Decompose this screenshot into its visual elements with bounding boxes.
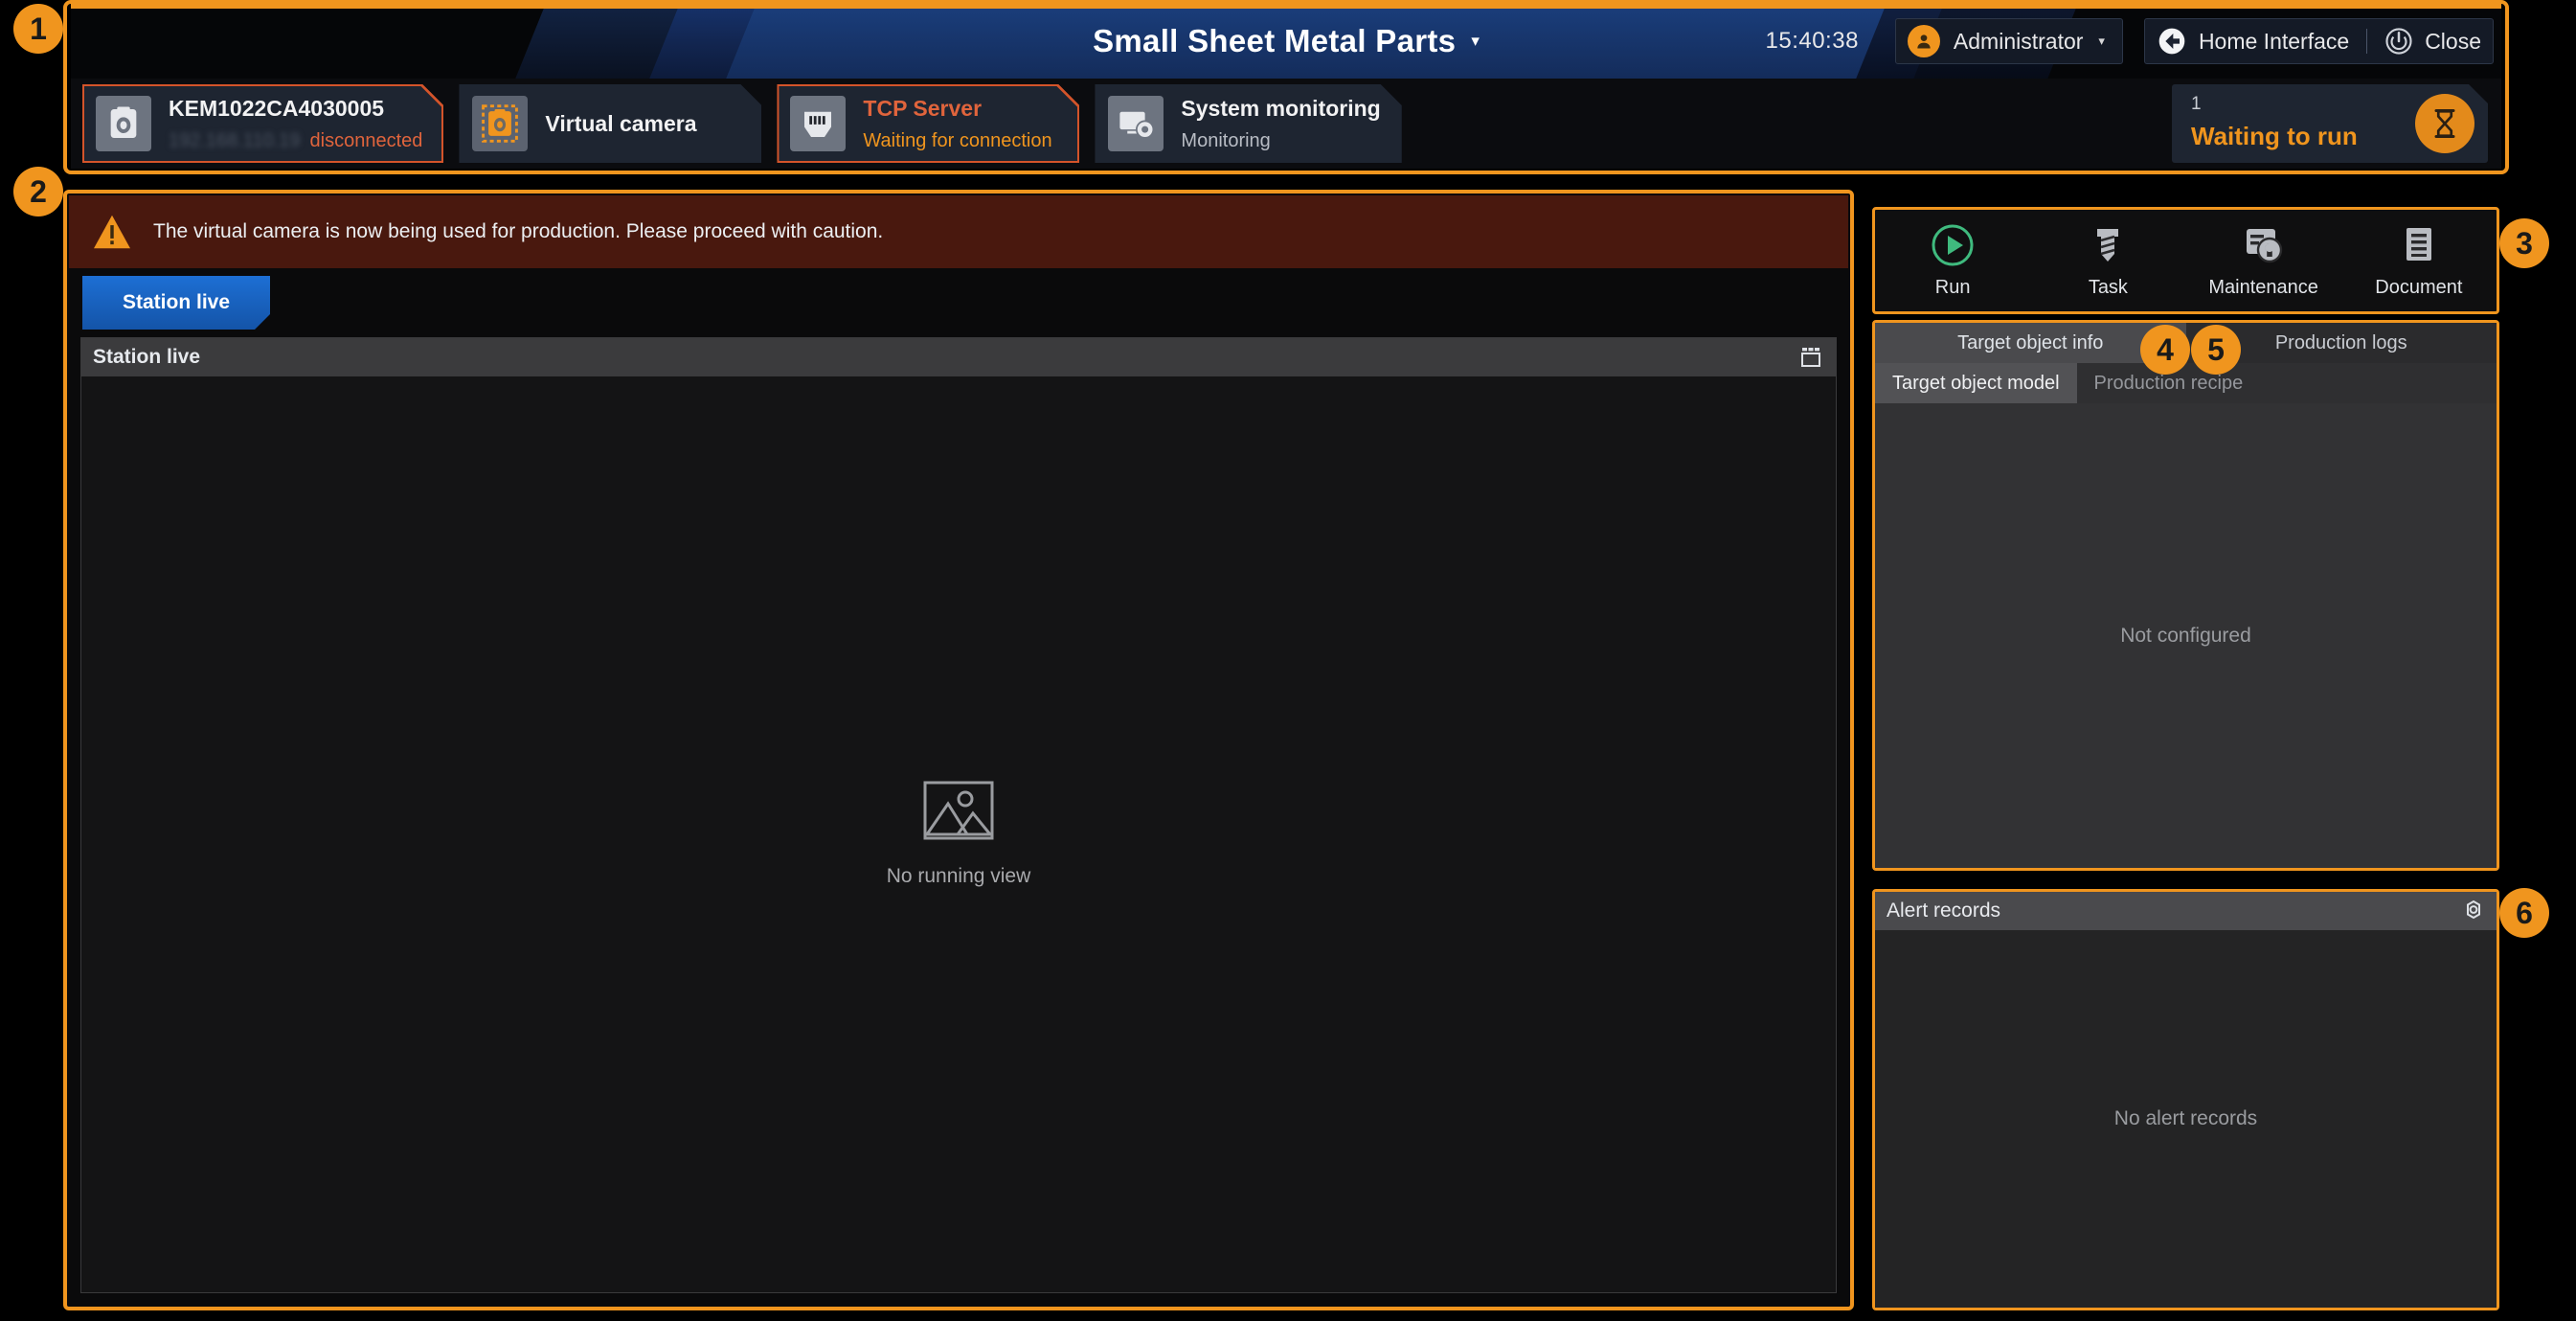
target-object-info-panel: Target object info Production logs Targe… <box>1872 320 2499 871</box>
device-tab-tcp-server[interactable]: TCP Server Waiting for connection <box>777 84 1079 163</box>
virtual-camera-icon <box>472 96 528 151</box>
target-object-empty-label: Not configured <box>2120 624 2251 647</box>
station-live-view[interactable]: No running view <box>81 376 1836 1292</box>
app-root: Small Sheet Metal Parts ▾ 15:40:38 Admin… <box>0 0 2576 1321</box>
tab-station-live[interactable]: Station live <box>82 276 270 330</box>
maintenance-wrench-icon <box>2242 223 2286 267</box>
device-text: TCP Server Waiting for connection <box>863 96 1051 152</box>
camera-icon <box>96 96 151 151</box>
quick-action-maintenance[interactable]: Maintenance <box>2186 223 2341 299</box>
quick-action-task-label: Task <box>2088 276 2128 298</box>
header-right-cluster: 15:40:38 Administrator ▾ Home Interface <box>1765 4 2494 79</box>
device-state: Waiting for connection <box>863 129 1052 151</box>
warning-text: The virtual camera is now being used for… <box>153 220 884 242</box>
annotation-badge-3: 3 <box>2499 218 2549 268</box>
run-status-count: 1 <box>2191 94 2202 114</box>
device-name: System monitoring <box>1181 95 1381 121</box>
clock: 15:40:38 <box>1765 28 1859 54</box>
document-icon <box>2397 223 2441 267</box>
quick-action-run-label: Run <box>1934 276 1971 298</box>
run-status-card[interactable]: 1 Waiting to run <box>2172 84 2488 163</box>
device-status: 192.168.110.19 disconnected <box>169 130 422 152</box>
device-text: System monitoring Monitoring <box>1181 96 1380 152</box>
tab-target-object-info[interactable]: Target object info <box>1875 323 2186 363</box>
quick-action-document[interactable]: Document <box>2341 223 2497 299</box>
tab-station-live-label: Station live <box>122 291 231 313</box>
station-live-empty-label: No running view <box>886 865 1031 887</box>
device-status-bar: KEM1022CA4030005 192.168.110.19 disconne… <box>71 79 2501 169</box>
page-title-text: Small Sheet Metal Parts <box>1093 23 1457 58</box>
tab-target-object-model-label: Target object model <box>1892 372 2060 394</box>
station-tab-row: Station live <box>69 268 1848 335</box>
user-menu[interactable]: Administrator ▾ <box>1894 18 2123 64</box>
quick-action-bar: Run Task Maintenance Document <box>1872 207 2499 314</box>
hourglass-icon <box>2415 94 2474 153</box>
alert-records-body: No alert records <box>1875 930 2497 1308</box>
chevron-down-icon: ▾ <box>1471 32 1480 50</box>
chevron-down-icon: ▾ <box>2098 34 2105 48</box>
run-status-label: Waiting to run <box>2191 122 2358 150</box>
close-button[interactable]: Close <box>2384 27 2481 56</box>
monitor-icon <box>1108 96 1164 151</box>
alert-records-panel: Alert records No alert records <box>1872 889 2499 1310</box>
tab-production-recipe-label: Production recipe <box>2093 372 2244 394</box>
power-icon <box>2385 28 2412 55</box>
device-name: Virtual camera <box>545 110 697 136</box>
device-text: KEM1022CA4030005 192.168.110.19 disconne… <box>169 96 422 152</box>
station-live-panel-header: Station live <box>81 338 1836 376</box>
quick-action-run[interactable]: Run <box>1875 223 2030 299</box>
device-name: KEM1022CA4030005 <box>169 95 385 121</box>
device-name: TCP Server <box>863 95 983 121</box>
annotation-badge-6: 6 <box>2499 888 2549 938</box>
device-tab-camera[interactable]: KEM1022CA4030005 192.168.110.19 disconne… <box>82 84 443 163</box>
quick-action-maintenance-label: Maintenance <box>2208 276 2318 298</box>
tab-production-logs-label: Production logs <box>2274 331 2407 353</box>
warning-icon <box>92 214 132 250</box>
quick-action-task[interactable]: Task <box>2030 223 2185 299</box>
device-state: disconnected <box>309 129 423 151</box>
annotation-badge-1: 1 <box>13 4 63 54</box>
close-label: Close <box>2425 28 2481 54</box>
home-interface-button[interactable]: Home Interface <box>2157 26 2349 57</box>
avatar <box>1907 25 1940 57</box>
station-live-panel-title: Station live <box>93 346 201 368</box>
image-placeholder-icon <box>923 781 994 840</box>
gear-icon[interactable] <box>2462 900 2485 922</box>
title-bar: Small Sheet Metal Parts ▾ 15:40:38 Admin… <box>71 4 2501 79</box>
annotation-badge-5: 5 <box>2191 325 2241 375</box>
warning-banner: The virtual camera is now being used for… <box>69 195 1848 268</box>
annotation-badge-4: 4 <box>2140 325 2190 375</box>
info-panel-sub-tabs: Target object model Production recipe <box>1875 363 2497 403</box>
device-tab-system-monitoring[interactable]: System monitoring Monitoring <box>1095 84 1401 163</box>
screw-icon <box>2086 223 2130 267</box>
device-status: Waiting for connection <box>863 130 1051 152</box>
target-object-model-body: Not configured <box>1875 403 2497 868</box>
device-tab-virtual-camera[interactable]: Virtual camera <box>459 84 761 163</box>
divider <box>2366 29 2368 54</box>
window-layout-icon[interactable] <box>1797 347 1822 368</box>
alert-records-title: Alert records <box>1887 900 2001 922</box>
station-live-panel: Station live No running view <box>80 337 1837 1293</box>
station-live-region: The virtual camera is now being used for… <box>63 190 1854 1310</box>
device-tab-list: KEM1022CA4030005 192.168.110.19 disconne… <box>82 84 1402 163</box>
play-circle-icon <box>1931 223 1975 267</box>
alert-records-empty-label: No alert records <box>2113 1107 2258 1129</box>
device-status: Monitoring <box>1181 130 1380 152</box>
home-back-icon <box>2158 28 2185 55</box>
home-interface-label: Home Interface <box>2198 28 2350 54</box>
device-state: Monitoring <box>1181 129 1271 151</box>
ethernet-icon <box>790 96 846 151</box>
tab-target-object-model[interactable]: Target object model <box>1875 363 2077 403</box>
annotation-badge-2: 2 <box>13 167 63 216</box>
device-text: Virtual camera <box>545 111 696 137</box>
user-name: Administrator <box>1953 28 2084 54</box>
window-controls: Home Interface Close <box>2143 18 2494 64</box>
tab-target-object-info-label: Target object info <box>1957 331 2104 353</box>
quick-action-document-label: Document <box>2375 276 2463 298</box>
device-ip: 192.168.110.19 <box>169 129 301 151</box>
alert-records-header: Alert records <box>1875 892 2497 930</box>
